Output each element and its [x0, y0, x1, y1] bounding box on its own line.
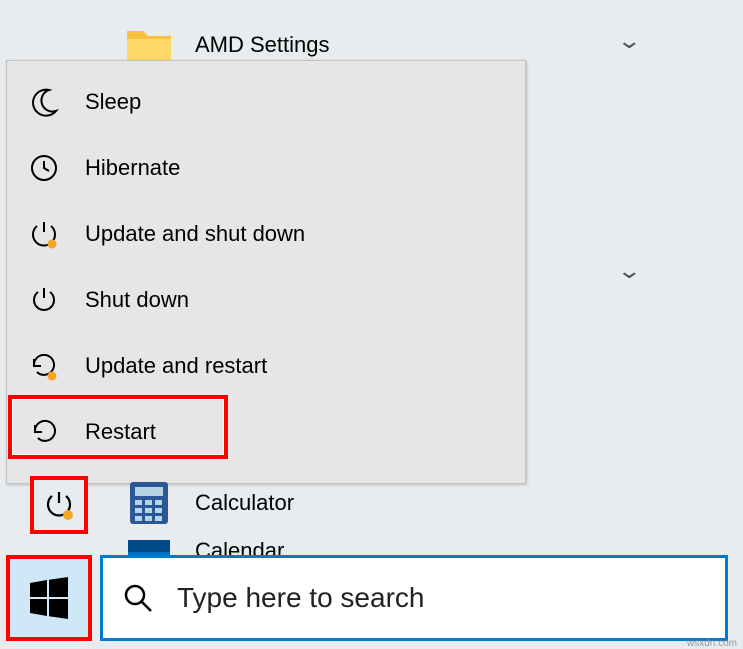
- power-options-menu: Sleep Hibernate Update and shut down Shu…: [6, 60, 526, 484]
- calculator-icon: [125, 479, 173, 527]
- power-item-update-shutdown[interactable]: Update and shut down: [7, 201, 525, 267]
- attribution-text: wsxdn.com: [687, 638, 737, 649]
- start-button[interactable]: [6, 555, 92, 641]
- start-menu-app-list-bottom: Calculator Calendar: [110, 468, 743, 560]
- moon-icon: [27, 85, 61, 119]
- power-item-label: Shut down: [85, 287, 189, 313]
- search-placeholder: Type here to search: [177, 582, 424, 614]
- power-item-label: Update and shut down: [85, 221, 305, 247]
- start-sidebar-power-button[interactable]: [30, 476, 88, 534]
- chevron-down-icon[interactable]: ⌄: [616, 258, 642, 284]
- power-item-shutdown[interactable]: Shut down: [7, 267, 525, 333]
- restart-icon: [27, 415, 61, 449]
- taskbar-search-box[interactable]: Type here to search: [100, 555, 728, 641]
- power-icon: [27, 283, 61, 317]
- app-item-calculator[interactable]: Calculator: [110, 468, 743, 538]
- search-icon: [121, 581, 155, 615]
- power-item-restart[interactable]: Restart: [7, 399, 525, 465]
- chevron-down-icon[interactable]: ⌄: [616, 28, 642, 54]
- clock-icon: [27, 151, 61, 185]
- windows-icon: [26, 575, 72, 621]
- power-item-hibernate[interactable]: Hibernate: [7, 135, 525, 201]
- app-label: AMD Settings: [195, 32, 330, 58]
- power-item-label: Sleep: [85, 89, 141, 115]
- restart-update-icon: [27, 349, 61, 383]
- power-update-icon: [27, 217, 61, 251]
- app-label: Calculator: [195, 490, 294, 516]
- power-item-label: Hibernate: [85, 155, 180, 181]
- power-update-icon: [42, 488, 76, 522]
- power-item-sleep[interactable]: Sleep: [7, 69, 525, 135]
- power-item-label: Restart: [85, 419, 156, 445]
- power-item-label: Update and restart: [85, 353, 267, 379]
- power-item-update-restart[interactable]: Update and restart: [7, 333, 525, 399]
